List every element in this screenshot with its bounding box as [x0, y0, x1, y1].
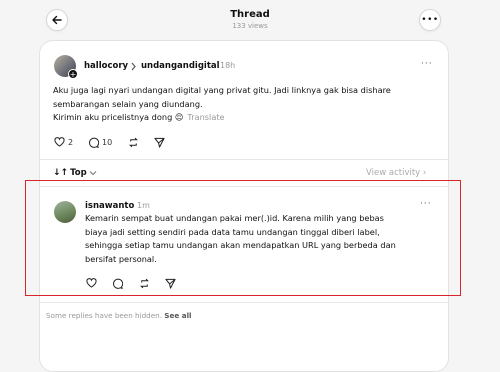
- post-line: Kirimin aku pricelistnya dong 😔: [53, 112, 184, 122]
- repost-button[interactable]: [128, 137, 139, 148]
- ellipsis-icon: •••: [421, 14, 439, 25]
- post-body: Aku juga lagi nyari undangan digital yan…: [53, 84, 433, 125]
- post-more-icon[interactable]: ···: [421, 59, 433, 69]
- more-options-button[interactable]: •••: [419, 9, 441, 31]
- post-username[interactable]: hallocory: [84, 61, 128, 71]
- chevron-right-icon: [131, 62, 136, 71]
- hidden-replies-note: Some replies have been hidden. See all: [46, 311, 192, 320]
- post-line: Aku juga lagi nyari undangan digital yan…: [53, 85, 391, 95]
- post-line: sembarangan selain yang diundang.: [53, 98, 203, 109]
- reply-button[interactable]: 10: [88, 137, 112, 148]
- sort-arrows-icon: ↓↑: [53, 168, 69, 178]
- divider: [39, 302, 448, 303]
- hidden-replies-text: Some replies have been hidden.: [46, 311, 162, 320]
- translate-link[interactable]: Translate: [187, 112, 224, 122]
- heart-icon: [54, 137, 65, 147]
- send-icon: [154, 137, 165, 148]
- sort-label: Top: [70, 168, 87, 178]
- follow-plus-icon[interactable]: +: [68, 69, 78, 79]
- share-button[interactable]: [154, 137, 165, 148]
- chevron-down-icon: [89, 171, 97, 176]
- comment-icon: [89, 137, 99, 148]
- post-time: 18h: [220, 61, 236, 70]
- reply-count: 10: [102, 138, 113, 147]
- like-button[interactable]: 2: [54, 137, 73, 147]
- divider: [39, 159, 448, 160]
- sort-dropdown[interactable]: ↓↑ Top: [53, 168, 97, 178]
- like-count: 2: [68, 137, 74, 147]
- repost-icon: [129, 137, 138, 148]
- post-group[interactable]: undangandigital: [141, 61, 220, 71]
- chevron-right-icon: ›: [422, 168, 427, 178]
- highlight-box: [25, 180, 461, 296]
- view-activity-link[interactable]: View activity ›: [366, 168, 426, 178]
- see-all-link[interactable]: See all: [164, 311, 191, 320]
- view-activity-label: View activity: [366, 168, 421, 178]
